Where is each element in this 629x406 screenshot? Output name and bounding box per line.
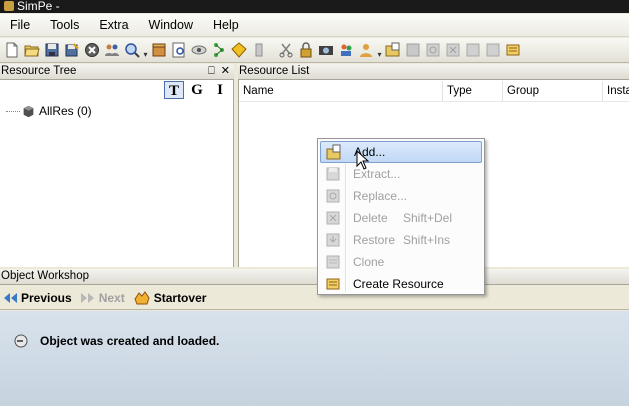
next-button[interactable]: Next <box>80 291 125 305</box>
menu-item-restore-label: Restore <box>353 233 396 247</box>
menu-help[interactable]: Help <box>203 15 249 35</box>
resource-tree-panel: T G I AllRes (0) <box>0 80 234 267</box>
neighborhood-icon[interactable] <box>230 41 248 59</box>
main-toolbar: ▾ ▾ <box>0 38 629 63</box>
menu-item-replace-label: Replace... <box>353 189 408 203</box>
clone-resource-icon <box>326 255 340 269</box>
menu-file[interactable]: File <box>0 15 40 35</box>
extract-resource-icon <box>326 167 340 181</box>
add-resource-icon <box>326 144 341 160</box>
menu-window[interactable]: Window <box>139 15 203 35</box>
add-icon[interactable] <box>384 41 402 59</box>
dna-icon[interactable] <box>210 41 228 59</box>
info-circle-icon <box>14 334 28 348</box>
previous-label: Previous <box>21 290 72 305</box>
tree-node-allres[interactable]: AllRes (0) <box>6 104 92 118</box>
restore-icon <box>464 41 482 59</box>
replace-icon <box>424 41 442 59</box>
resource-list-title: Resource List <box>239 65 310 77</box>
tree-connector <box>6 110 20 112</box>
scroll-icon[interactable] <box>250 41 268 59</box>
column-instance[interactable]: Insta <box>603 81 629 102</box>
scissors-icon[interactable] <box>277 41 295 59</box>
resource-cube-icon <box>23 105 34 117</box>
search-icon[interactable] <box>123 41 141 59</box>
menu-bar: File Tools Extra Window Help <box>0 14 629 37</box>
menu-item-restore-shortcut: Shift+Ins <box>403 233 451 247</box>
create-icon[interactable] <box>504 41 522 59</box>
tgi-view-switcher: T G I <box>164 81 230 99</box>
app-icon <box>4 1 14 11</box>
save-as-icon[interactable] <box>63 41 81 59</box>
menu-item-create-resource-label: Create Resource <box>353 277 444 291</box>
menu-item-restore[interactable]: Restore Shift+Ins <box>320 229 482 251</box>
startover-label: Startover <box>153 290 207 305</box>
toolbar-overflow-icon-2[interactable]: ▾ <box>376 41 383 59</box>
status-message: Object was created and loaded. <box>14 334 219 348</box>
resource-tree-title: Resource Tree <box>1 65 77 77</box>
close-icon[interactable] <box>83 41 101 59</box>
menu-item-extract[interactable]: Extract... <box>320 163 482 185</box>
status-message-text: Object was created and loaded. <box>40 334 220 348</box>
window-title: SimPe - <box>17 0 60 13</box>
menu-item-create-resource[interactable]: Create Resource <box>320 273 482 295</box>
view-group-button[interactable]: G <box>187 81 207 99</box>
window-title-bar: SimPe - <box>0 0 629 13</box>
users-icon[interactable] <box>103 41 121 59</box>
double-arrow-left-icon <box>4 292 17 303</box>
pin-icon[interactable]: ⎕ <box>208 64 215 79</box>
previous-button[interactable]: Previous <box>2 291 72 305</box>
object-workshop-body: Object was created and loaded. <box>0 311 629 406</box>
menu-item-clone-label: Clone <box>353 255 385 269</box>
next-label: Next <box>98 290 125 305</box>
column-name[interactable]: Name <box>239 81 443 102</box>
restore-resource-icon <box>326 233 340 247</box>
resource-tree-header: Resource Tree ⎕ ✕ <box>0 64 234 80</box>
view-type-button[interactable]: T <box>164 81 184 99</box>
open-folder-icon[interactable] <box>23 41 41 59</box>
menu-item-replace[interactable]: Replace... <box>320 185 482 207</box>
menu-tools[interactable]: Tools <box>40 15 89 35</box>
mouse-cursor-icon <box>356 150 370 170</box>
toolbar-overflow-icon[interactable]: ▾ <box>142 41 149 59</box>
delete-icon <box>444 41 462 59</box>
startover-button[interactable]: Startover <box>133 290 207 306</box>
close-panel-icon[interactable]: ✕ <box>221 64 230 79</box>
menu-item-delete-shortcut: Shift+Del <box>403 211 453 225</box>
clone-icon <box>484 41 502 59</box>
toolbar-separator <box>269 41 276 59</box>
resource-list-header: Resource List <box>238 64 629 80</box>
lock-icon[interactable] <box>297 41 315 59</box>
hood-icon[interactable] <box>337 41 355 59</box>
column-group[interactable]: Group <box>503 81 603 102</box>
extract-icon <box>404 41 422 59</box>
delete-resource-icon <box>326 211 340 225</box>
preview-icon[interactable] <box>170 41 188 59</box>
replace-resource-icon <box>326 189 340 203</box>
object-workshop-title: Object Workshop <box>1 270 89 282</box>
menu-extra[interactable]: Extra <box>89 15 138 35</box>
save-icon[interactable] <box>43 41 61 59</box>
create-resource-icon <box>326 278 340 290</box>
package-icon[interactable] <box>150 41 168 59</box>
menu-item-delete-label: Delete <box>353 211 388 225</box>
user-icon[interactable] <box>357 41 375 59</box>
column-type[interactable]: Type <box>443 81 503 102</box>
view-instance-button[interactable]: I <box>210 81 230 99</box>
startover-hand-icon <box>134 290 150 304</box>
object-workshop-nav: Previous Next Startover <box>0 286 629 310</box>
double-arrow-right-icon <box>80 292 94 303</box>
object-workshop-header: Object Workshop <box>0 269 629 285</box>
menu-item-delete[interactable]: Delete Shift+Del <box>320 207 482 229</box>
resource-context-menu: Add... Extract... Replace... Delete Shif… <box>317 138 485 295</box>
eye-icon[interactable] <box>190 41 208 59</box>
menu-item-clone[interactable]: Clone <box>320 251 482 273</box>
menu-item-add[interactable]: Add... <box>320 141 482 163</box>
tree-node-label: AllRes (0) <box>39 104 92 118</box>
new-file-icon[interactable] <box>3 41 21 59</box>
camera-icon[interactable] <box>317 41 335 59</box>
resource-list-columns: Name Type Group Insta <box>239 81 629 102</box>
